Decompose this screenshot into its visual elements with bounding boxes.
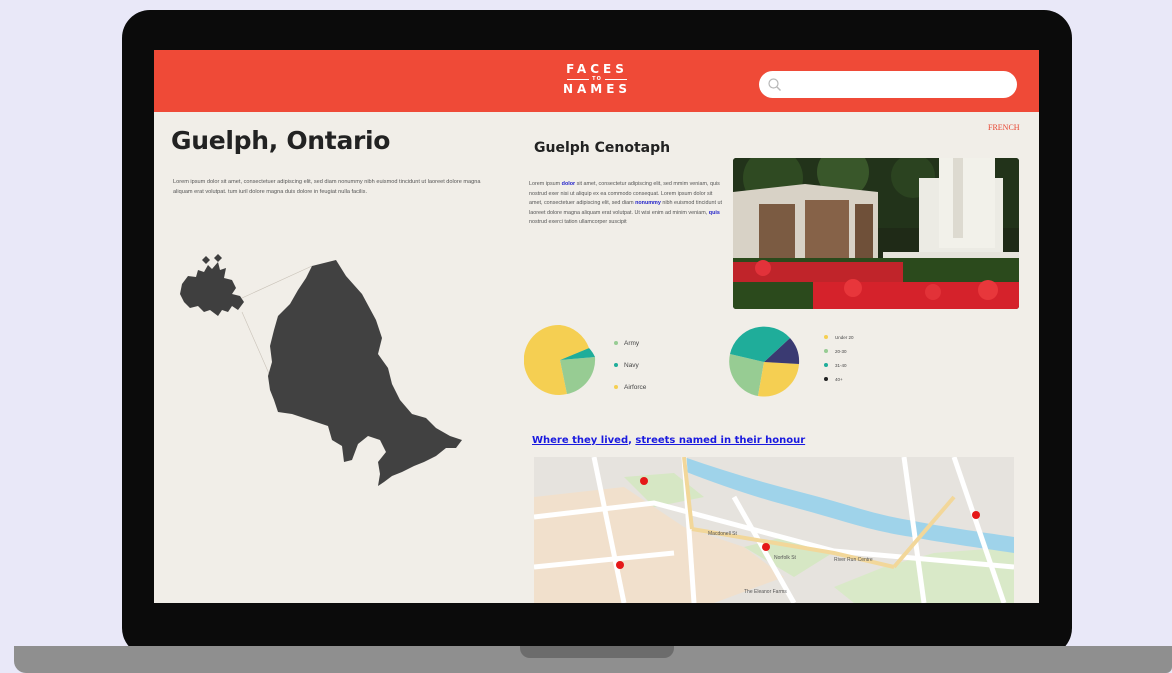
legend-item: Army <box>614 332 646 354</box>
description-text: nostrud exerci tation ullamcorper suscip… <box>529 219 627 226</box>
legend-item: 31-40 <box>824 358 854 372</box>
site-header: FACES TO NAMES <box>154 50 1039 112</box>
memorial-title: Guelph Cenotaph <box>534 140 671 156</box>
description-inline-link[interactable]: nonummy <box>635 200 661 206</box>
page-title: Guelph, Ontario <box>171 126 391 155</box>
map-marker[interactable] <box>972 511 980 519</box>
legend-label: 20-30 <box>835 348 847 354</box>
website-screen: FACES TO NAMES FRENCH Guelph, Ontario Lo… <box>154 50 1039 603</box>
map-label: Norfolk St <box>774 555 797 561</box>
street-map[interactable]: Macdonell St Norfolk St River Run Centre… <box>534 457 1014 603</box>
description-inline-link[interactable]: quis <box>709 210 720 216</box>
legend-label: Navy <box>624 361 639 369</box>
map-marker[interactable] <box>616 561 624 569</box>
legend-item: Airforce <box>614 376 646 398</box>
where-they-lived-link[interactable]: Where they lived <box>532 435 628 446</box>
legend-swatch <box>824 335 828 339</box>
legend-swatch <box>824 363 828 367</box>
branch-legend: Army Navy Airforce <box>614 332 646 398</box>
legend-label: Army <box>624 339 640 347</box>
legend-swatch-airforce <box>614 385 618 389</box>
city-intro-text: Lorem ipsum dolor sit amet, consectetuer… <box>173 179 481 195</box>
ontario-locator-map <box>180 254 462 486</box>
cenotaph-photo <box>733 158 1019 309</box>
laptop-notch <box>520 646 674 658</box>
legend-label: 40+ <box>835 376 843 382</box>
search-icon[interactable] <box>767 77 782 92</box>
legend-swatch <box>824 349 828 353</box>
logo-word-names: NAMES <box>562 82 632 96</box>
legend-item: 20-30 <box>824 344 854 358</box>
streets-named-link[interactable]: streets named in their honour <box>635 435 805 446</box>
map-label: Macdonell St <box>708 531 738 537</box>
map-marker[interactable] <box>640 477 648 485</box>
ontario-map-shape <box>268 260 462 486</box>
logo-word-faces: FACES <box>566 62 628 76</box>
streets-heading: Where they lived, streets named in their… <box>532 435 805 446</box>
description-text: Lorem ipsum <box>529 181 562 187</box>
language-toggle-link[interactable]: FRENCH <box>988 123 1020 132</box>
legend-label: Under 20 <box>835 334 854 340</box>
site-logo[interactable]: FACES TO NAMES <box>559 62 635 96</box>
legend-label: Airforce <box>624 383 647 391</box>
legend-item: Navy <box>614 354 646 376</box>
legend-swatch <box>824 377 828 381</box>
map-label: River Run Centre <box>834 557 873 563</box>
age-pie-chart <box>729 326 800 397</box>
legend-label: 31-40 <box>835 362 847 368</box>
search-input[interactable] <box>787 75 1011 96</box>
memorial-description: Lorem ipsum dolor sit amet, consectetur … <box>529 180 725 228</box>
legend-item: Under 20 <box>824 330 854 344</box>
pie-slice-under-20 <box>758 362 799 397</box>
canada-map-shape <box>180 254 244 316</box>
legend-item: 40+ <box>824 372 854 386</box>
description-inline-link[interactable]: dolor <box>562 181 575 187</box>
search-bar[interactable] <box>759 71 1017 98</box>
callout-line <box>241 311 271 377</box>
age-legend: Under 20 20-30 31-40 40+ <box>824 330 854 386</box>
branch-pie-chart <box>524 324 596 395</box>
map-marker[interactable] <box>762 543 770 551</box>
legend-swatch-army <box>614 341 618 345</box>
legend-swatch-navy <box>614 363 618 367</box>
map-label: The Eleanor Farms <box>744 589 787 595</box>
